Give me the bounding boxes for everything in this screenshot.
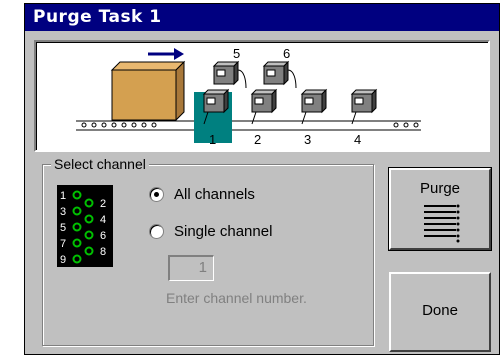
conveyor-rollers (81, 122, 419, 128)
all-channels-label: All channels (174, 186, 255, 203)
channel-number-4: 4 (354, 132, 361, 147)
channel-number-3: 3 (304, 132, 311, 147)
connector-pins-icon: 1 3 5 7 9 2 4 6 8 (57, 185, 113, 267)
done-button-label: Done (422, 302, 458, 319)
purge-button[interactable]: Purge (388, 167, 492, 251)
printhead-3 (300, 88, 328, 125)
channel-hint: Enter channel number. (166, 290, 307, 306)
pin-label-1: 1 (60, 190, 66, 202)
purge-dialog: Purge Task 1 1 2 3 4 5 6 Select channel … (24, 3, 500, 355)
done-button[interactable]: Done (389, 272, 491, 352)
connector-pinout: 1 3 5 7 9 2 4 6 8 (60, 190, 106, 266)
all-channels-option[interactable]: All channels (149, 186, 255, 203)
printhead-4 (350, 88, 378, 125)
conveyor-diagram: 1 2 3 4 5 6 (76, 46, 421, 147)
printhead-6 (262, 60, 297, 89)
pin-label-8: 8 (100, 246, 106, 258)
package-box (110, 60, 186, 122)
select-channel-legend: Select channel (51, 156, 149, 172)
pin-label-2: 2 (100, 198, 106, 210)
pin-label-9: 9 (60, 254, 66, 266)
pin-label-5: 5 (60, 222, 66, 234)
printhead-5 (212, 60, 247, 89)
direction-arrow-icon (148, 48, 184, 60)
purge-button-label: Purge (419, 180, 461, 197)
printhead-2 (250, 88, 278, 125)
purge-lines-icon (424, 204, 460, 243)
single-channel-radio[interactable] (149, 224, 164, 239)
pin-label-3: 3 (60, 206, 66, 218)
select-channel-group: Select channel 1 3 5 7 9 2 4 6 8 All cha… (42, 156, 374, 346)
pin-label-7: 7 (60, 238, 66, 250)
channel-number-2: 2 (254, 132, 261, 147)
pin-label-4: 4 (100, 214, 106, 226)
channel-number-input[interactable]: 1 (168, 255, 214, 281)
pin-label-6: 6 (100, 230, 106, 242)
channel-number-5: 5 (233, 46, 240, 61)
printer-illustration: 1 2 3 4 5 6 (34, 40, 490, 152)
all-channels-radio[interactable] (149, 187, 164, 202)
single-channel-option[interactable]: Single channel (149, 223, 272, 240)
single-channel-label: Single channel (174, 223, 273, 240)
title-bar: Purge Task 1 (25, 4, 499, 31)
channel-number-1: 1 (209, 132, 216, 147)
channel-number-6: 6 (283, 46, 290, 61)
